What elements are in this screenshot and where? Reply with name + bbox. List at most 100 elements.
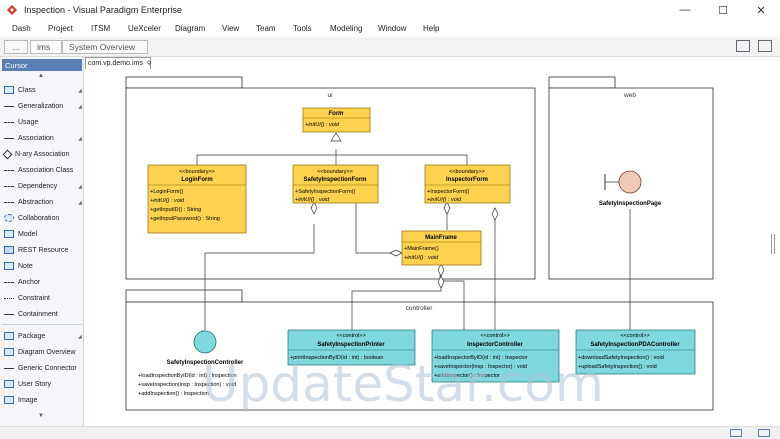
palette-item-user-story[interactable]: User Story <box>4 378 51 390</box>
class-safetyinspectionpdacontroller-op: +downloadSafetyInspection() : void <box>578 355 664 361</box>
class-inspectorform[interactable]: <<boundary>> InspectorForm +InspectorFor… <box>424 164 511 204</box>
usage-icon <box>4 121 14 123</box>
diagram-palette: Cursor ▲ Class ◢ Generalization ◢ Usage … <box>0 57 84 426</box>
palette-label: Usage <box>18 118 39 126</box>
expand-arrow-icon[interactable]: ◢ <box>78 184 82 190</box>
class-form-op: +initUI() : void <box>305 122 340 128</box>
palette-item-generalization[interactable]: Generalization <box>4 100 63 112</box>
class-mainframe[interactable]: MainFrame +MainFrame() +initUI() : void <box>401 230 482 266</box>
palette-item-rest-resource[interactable]: REST Resource <box>4 244 68 256</box>
association-icon <box>4 137 14 139</box>
class-inspectorcontroller-op: +loadInspectorByID(id : int) : Inspector <box>434 355 528 361</box>
class-safetyinspectionform[interactable]: <<boundary>> SafetyInspectionForm +Safet… <box>292 164 379 204</box>
palette-label: REST Resource <box>18 246 69 254</box>
expand-arrow-icon[interactable]: ◢ <box>78 200 82 206</box>
palette-separator <box>2 324 82 325</box>
palette-item-containment[interactable]: Containment <box>4 308 58 320</box>
menu-window[interactable]: Window <box>378 24 406 33</box>
menu-tools[interactable]: Tools <box>293 24 312 33</box>
minimize-button[interactable]: — <box>666 0 704 20</box>
diagram-overview-icon <box>4 348 14 356</box>
palette-label: Note <box>18 262 33 270</box>
menu-project[interactable]: Project <box>48 24 73 33</box>
window-title: Inspection - Visual Paradigm Enterprise <box>24 5 182 15</box>
class-safetyinspectionpdacontroller[interactable]: <<control>> SafetyInspectionPDAControlle… <box>575 329 696 375</box>
palette-item-image[interactable]: Image <box>4 394 37 406</box>
palette-item-package[interactable]: Package <box>4 330 45 342</box>
menu-help[interactable]: Help <box>423 24 439 33</box>
constraint-icon <box>4 297 14 299</box>
menu-dash[interactable]: Dash <box>12 24 31 33</box>
palette-item-constraint[interactable]: Constraint <box>4 292 50 304</box>
palette-label: Constraint <box>18 294 50 302</box>
palette-label: Collaboration <box>18 214 60 222</box>
palette-cursor[interactable]: Cursor <box>2 59 82 71</box>
palette-item-class[interactable]: Class <box>4 84 36 96</box>
palette-item-diagram-overview[interactable]: Diagram Overview <box>4 346 76 358</box>
menu-team[interactable]: Team <box>256 24 276 33</box>
palette-label: N-ary Association <box>15 150 70 158</box>
expand-arrow-icon[interactable]: ◢ <box>78 88 82 94</box>
anchor-icon <box>4 281 14 283</box>
package-controller-label: controller <box>406 305 434 312</box>
menu-view[interactable]: View <box>222 24 239 33</box>
maximize-button[interactable]: ☐ <box>704 0 742 20</box>
menu-itsm[interactable]: ITSM <box>91 24 110 33</box>
palette-item-anchor[interactable]: Anchor <box>4 276 40 288</box>
class-safetyinspectionprinter[interactable]: <<control>> SafetyInspectionPrinter +pri… <box>287 329 416 366</box>
class-mainframe-op: +initUI() : void <box>404 255 439 261</box>
palette-scroll-up-icon[interactable]: ▲ <box>38 73 44 79</box>
palette-scroll-down-icon[interactable]: ▼ <box>38 413 44 419</box>
class-inspectorcontroller-name: InspectorController <box>467 342 523 348</box>
close-button[interactable]: ✕ <box>742 0 780 20</box>
breadcrumb-toolbar: ... ims System Overview <box>0 37 780 57</box>
class-inspectorcontroller[interactable]: <<control>> InspectorController +loadIns… <box>431 329 560 383</box>
vertical-scrollbar[interactable] <box>768 69 780 424</box>
breadcrumb-system-overview[interactable]: System Overview <box>62 40 148 54</box>
class-diagram: ui web controller Form +initUI(): void … <box>125 76 714 411</box>
palette-item-collaboration[interactable]: Collaboration <box>4 212 59 224</box>
expand-arrow-icon[interactable]: ◢ <box>78 334 82 340</box>
diagram-canvas[interactable]: ui web controller Form +initUI(): void … <box>84 69 768 424</box>
palette-label: Containment <box>18 310 58 318</box>
palette-item-usage[interactable]: Usage <box>4 116 38 128</box>
palette-item-nary-association[interactable]: N-ary Association <box>2 148 70 160</box>
palette-item-note[interactable]: Note <box>4 260 33 272</box>
palette-item-association-class[interactable]: Association Class <box>4 164 73 176</box>
class-inspectorform-op: +initUI() : void <box>427 197 462 203</box>
layout-icon[interactable] <box>736 40 750 52</box>
class-inspectorform-op: +InspectorForm() <box>427 189 469 195</box>
class-safetyinspectionform-name: SafetyInspectionForm <box>303 177 366 183</box>
dependency-icon <box>4 185 14 187</box>
palette-item-abstraction[interactable]: Abstraction <box>4 196 53 208</box>
class-safetyinspectionpdacontroller-stereotype: <<control>> <box>620 333 649 339</box>
menu-diagram[interactable]: Diagram <box>175 24 205 33</box>
palette-item-generic-connector[interactable]: Generic Connector <box>4 362 77 374</box>
menu-uexceler[interactable]: UeXceler <box>128 24 161 33</box>
maximize-icon: ☐ <box>718 4 728 17</box>
palette-item-dependency[interactable]: Dependency <box>4 180 57 192</box>
menu-modeling[interactable]: Modeling <box>330 24 362 33</box>
expand-arrow-icon[interactable]: ◢ <box>78 104 82 110</box>
palette-label: Dependency <box>18 182 58 190</box>
palette-item-association[interactable]: Association <box>4 132 54 144</box>
breadcrumb-ims[interactable]: ims <box>30 40 62 54</box>
panel-toggle-icon[interactable] <box>758 40 772 52</box>
search-icon[interactable]: ⚲ <box>147 60 151 67</box>
palette-item-model[interactable]: Model <box>4 228 37 240</box>
scrollbar-thumb[interactable] <box>771 234 775 254</box>
palette-label: Association Class <box>18 166 74 174</box>
class-form[interactable]: Form +initUI() : void <box>302 107 371 133</box>
status-bar <box>0 426 780 439</box>
breadcrumb-more[interactable]: ... <box>4 40 28 54</box>
tab-com-vp-demo-ims[interactable]: com.vp.demo.ims ⚲ <box>85 57 151 69</box>
notes-icon[interactable] <box>758 429 770 437</box>
class-loginform[interactable]: <<boundary>> LoginForm +LoginForm() +ini… <box>147 164 247 234</box>
class-safetyinspectioncontroller-name: SafetyInspectionController <box>167 360 244 366</box>
palette-label: Generic Connector <box>18 364 77 372</box>
mail-icon[interactable] <box>730 429 742 437</box>
class-safetyinspectionpdacontroller-name: SafetyInspectionPDAController <box>590 342 680 348</box>
association-class-icon <box>4 169 14 171</box>
expand-arrow-icon[interactable]: ◢ <box>78 136 82 142</box>
palette-label: Class <box>18 86 36 94</box>
